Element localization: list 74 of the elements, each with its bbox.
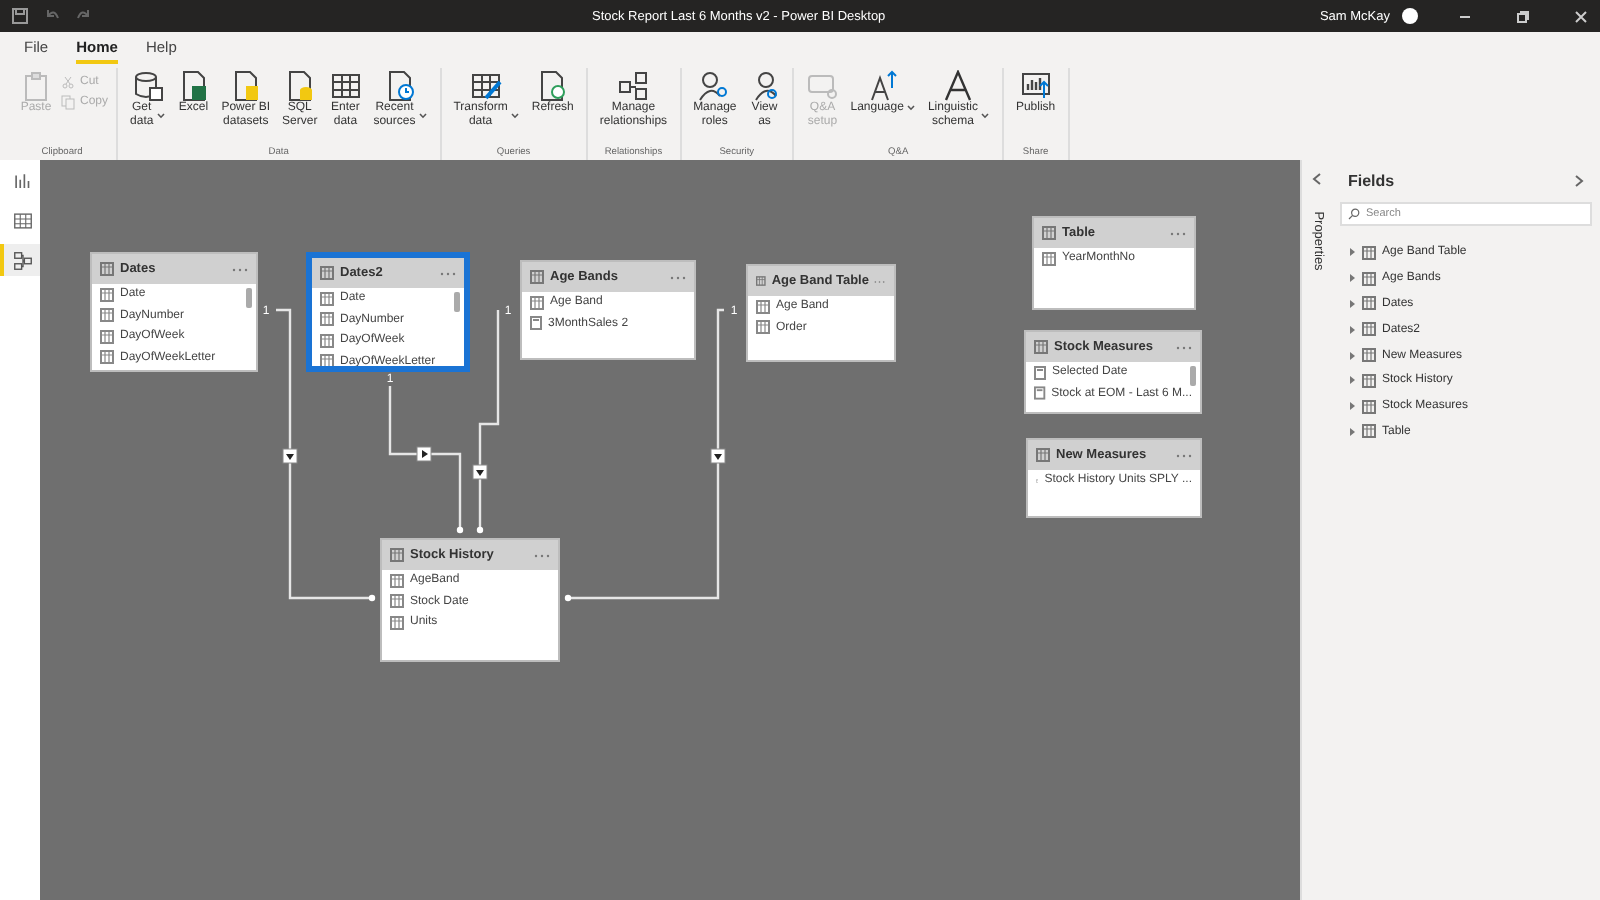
- relationship-line[interactable]: [388, 386, 464, 534]
- column-icon: [756, 320, 770, 335]
- collapsed-caret-icon[interactable]: [1348, 351, 1356, 360]
- column-icon: [100, 329, 114, 344]
- table-icon: [1362, 424, 1376, 439]
- column-icon: [390, 615, 404, 630]
- table-icon: [1036, 448, 1050, 462]
- save-icon[interactable]: [12, 8, 28, 24]
- column-icon: [390, 573, 404, 588]
- undo-icon[interactable]: [44, 8, 60, 24]
- column-icon: [756, 299, 770, 314]
- redo-icon[interactable]: [76, 8, 92, 24]
- caret-icon: [905, 104, 916, 113]
- caret-icon: [155, 111, 166, 120]
- collapsed-caret-icon[interactable]: [1348, 376, 1356, 385]
- close-icon[interactable]: [1574, 9, 1588, 23]
- table-icon: [1362, 373, 1376, 388]
- column-icon: [100, 287, 114, 302]
- restore-icon[interactable]: [1516, 9, 1530, 23]
- column-icon: [1042, 251, 1056, 266]
- model-view-icon[interactable]: [0, 244, 40, 276]
- grid-icon: [329, 70, 362, 102]
- collapsed-caret-icon[interactable]: [1348, 274, 1356, 283]
- column-icon: [100, 350, 114, 365]
- table-icon: [100, 262, 114, 276]
- column-icon: [100, 308, 114, 323]
- copy-icon: [60, 94, 76, 110]
- language-icon: [867, 70, 900, 102]
- scrollbar-thumb[interactable]: [1190, 366, 1196, 386]
- table-icon: [390, 548, 404, 562]
- table-icon: [1362, 322, 1376, 337]
- column-icon: [390, 594, 404, 609]
- column-icon: [320, 333, 334, 348]
- recent-file-icon: [384, 70, 417, 102]
- table-icon: [1042, 226, 1056, 240]
- relationships-icon: [617, 70, 650, 102]
- avatar-icon[interactable]: [1402, 8, 1418, 24]
- table-icon: [320, 266, 334, 280]
- table-edit-icon: [470, 70, 503, 102]
- collapsed-caret-icon[interactable]: [1348, 325, 1356, 334]
- table-icon: [1362, 245, 1376, 260]
- clipboard-icon: [20, 70, 52, 102]
- table-icon: [530, 270, 544, 284]
- column-icon: [320, 354, 334, 366]
- spreadsheet-icon: [177, 70, 210, 102]
- scissors-icon: [60, 74, 76, 90]
- collapsed-caret-icon[interactable]: [1348, 402, 1356, 411]
- collapsed-caret-icon[interactable]: [1348, 299, 1356, 308]
- column-icon: [320, 312, 334, 327]
- table-icon: [1362, 348, 1376, 363]
- chat-icon: [806, 70, 839, 102]
- collapsed-caret-icon[interactable]: [1348, 427, 1356, 436]
- dataset-icon: [229, 70, 262, 102]
- table-icon: [1362, 271, 1376, 286]
- caret-icon: [509, 111, 520, 120]
- table-icon: [1362, 296, 1376, 311]
- person-search-icon: [698, 70, 731, 102]
- table-icon: [756, 274, 766, 288]
- relationship-line[interactable]: [472, 310, 500, 534]
- collapsed-caret-icon[interactable]: [1348, 248, 1356, 257]
- caret-icon: [979, 111, 990, 120]
- scrollbar-thumb[interactable]: [246, 288, 252, 308]
- table-icon: [1034, 340, 1048, 354]
- database-icon: [131, 70, 164, 102]
- chevron-right-icon[interactable]: [1574, 174, 1584, 188]
- chevron-left-icon[interactable]: [1312, 172, 1322, 186]
- column-icon: [320, 291, 334, 306]
- publish-icon: [1019, 70, 1052, 102]
- caret-icon: [417, 111, 428, 120]
- scrollbar-thumb[interactable]: [454, 292, 460, 312]
- pane-title: Fields: [1348, 172, 1395, 190]
- search-icon: [1348, 208, 1360, 220]
- table-icon: [1362, 399, 1376, 414]
- column-icon: [530, 295, 544, 310]
